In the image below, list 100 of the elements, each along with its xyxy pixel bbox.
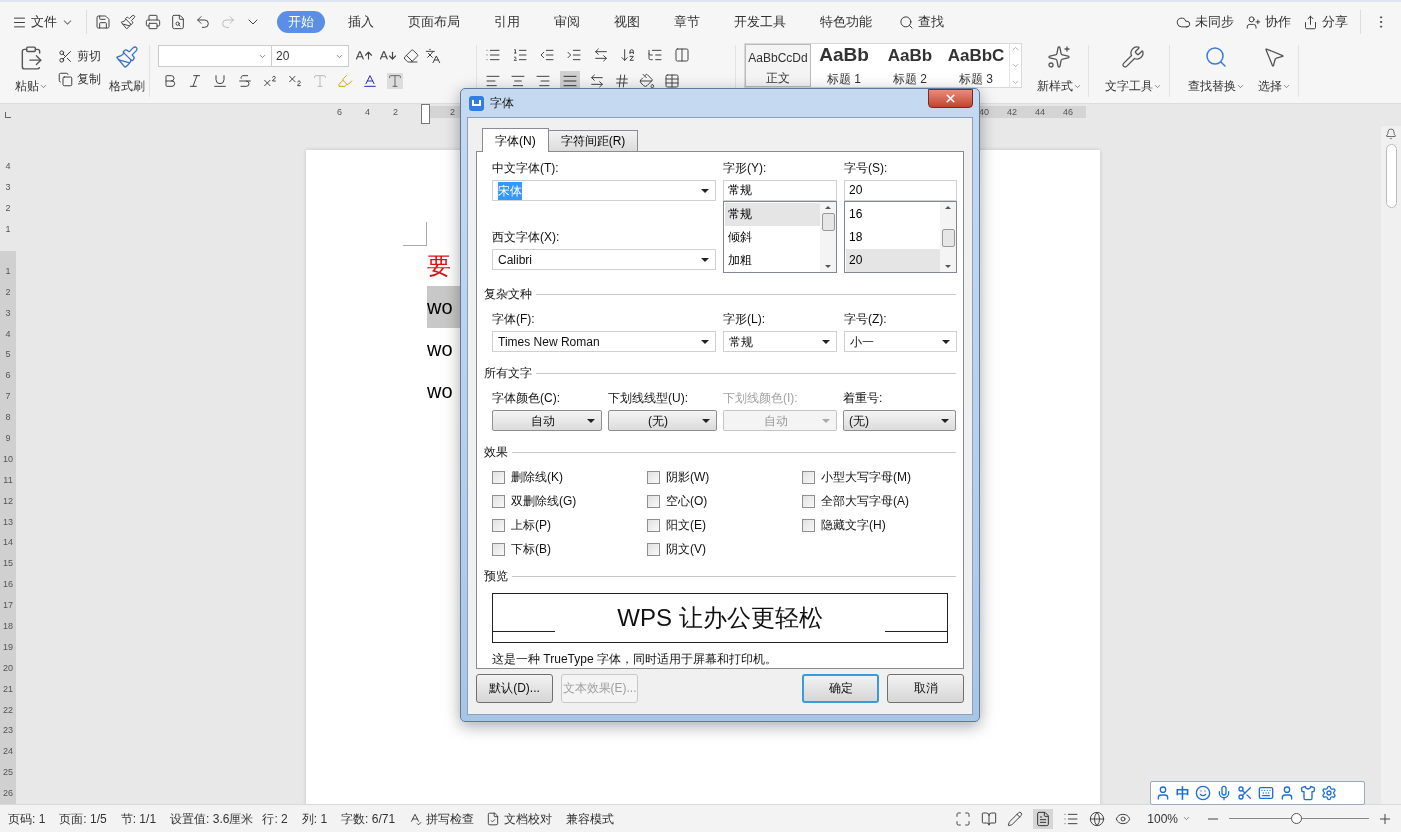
- checkbox[interactable]: [802, 470, 815, 484]
- strikethrough-icon[interactable]: [237, 73, 253, 89]
- smile-icon[interactable]: [1195, 785, 1211, 801]
- ribbon-tab[interactable]: 开发工具: [723, 11, 797, 33]
- shading-icon[interactable]: [639, 73, 655, 89]
- file-menu[interactable]: 文件: [12, 12, 82, 32]
- ruler-toggle-icon[interactable]: [1385, 128, 1397, 140]
- keyboard-icon[interactable]: [1258, 785, 1274, 801]
- underline-icon[interactable]: [212, 73, 228, 89]
- list-option[interactable]: 加粗: [725, 249, 820, 272]
- checkbox[interactable]: [802, 494, 815, 508]
- table-border-icon[interactable]: [674, 47, 690, 63]
- char-shading-icon[interactable]: [387, 73, 403, 89]
- fullscreen-icon[interactable]: [955, 810, 972, 827]
- eraser-icon[interactable]: [403, 48, 419, 64]
- font-name-field[interactable]: [158, 45, 272, 67]
- dropdown-field[interactable]: (无): [843, 410, 956, 431]
- input-mode[interactable]: 中: [1176, 782, 1190, 804]
- settings-icon[interactable]: [1321, 785, 1337, 801]
- effect-checkbox[interactable]: 阳文(E): [647, 517, 802, 533]
- vertical-scrollbar[interactable]: [1381, 126, 1401, 804]
- checkbox[interactable]: [492, 470, 505, 484]
- select-button[interactable]: 选择: [1254, 45, 1294, 95]
- style-option[interactable]: AaBb 标题 2: [877, 44, 943, 87]
- line-spacing-icon[interactable]: [614, 73, 630, 89]
- person-icon[interactable]: [1279, 785, 1295, 801]
- effect-checkbox[interactable]: 上标(P): [492, 517, 647, 533]
- user-icon[interactable]: [1155, 785, 1171, 801]
- print-icon[interactable]: [145, 14, 161, 30]
- ribbon-tab[interactable]: 特色功能: [809, 11, 883, 33]
- dropdown-field[interactable]: Times New Roman: [492, 331, 716, 352]
- checkbox[interactable]: [647, 470, 660, 484]
- bold-icon[interactable]: [162, 73, 178, 89]
- indent-icon[interactable]: [566, 47, 582, 63]
- ribbon-tab[interactable]: 插入: [337, 11, 385, 33]
- share-button[interactable]: 分享: [1303, 12, 1348, 32]
- reading-mode-icon[interactable]: [981, 810, 998, 827]
- effect-checkbox[interactable]: 空心(O): [647, 493, 802, 509]
- effect-checkbox[interactable]: 阴影(W): [647, 469, 802, 485]
- effect-checkbox[interactable]: 隐藏文字(H): [802, 517, 942, 533]
- ribbon-tab[interactable]: 视图: [603, 11, 651, 33]
- bullet-list-icon[interactable]: [485, 47, 501, 63]
- paste-button[interactable]: 粘贴: [12, 45, 50, 95]
- style-option[interactable]: AaBbCcDd 正文: [745, 44, 811, 87]
- collaborate-button[interactable]: 协作: [1246, 12, 1291, 32]
- web-view-icon[interactable]: [1089, 810, 1106, 827]
- checkbox[interactable]: [802, 518, 815, 532]
- scrollbar[interactable]: [820, 202, 836, 272]
- dropdown-field[interactable]: 自动: [492, 410, 602, 431]
- style-option[interactable]: AaBbC 标题 3: [943, 44, 1009, 87]
- zoom-level[interactable]: 100%: [1147, 809, 1191, 828]
- ribbon-tab[interactable]: 引用: [483, 11, 531, 33]
- distribute-icon[interactable]: [589, 73, 605, 89]
- dialog-button[interactable]: 确定: [802, 673, 879, 703]
- shirt-icon[interactable]: [1300, 785, 1316, 801]
- dropdown-field[interactable]: Calibri: [492, 249, 716, 270]
- checkbox[interactable]: [492, 494, 505, 508]
- sync-button[interactable]: 未同步: [1176, 12, 1234, 32]
- text-tools-button[interactable]: 文字工具: [1101, 45, 1165, 95]
- numbered-list-icon[interactable]: [512, 47, 528, 63]
- effect-checkbox[interactable]: 删除线(K): [492, 469, 647, 485]
- effect-checkbox[interactable]: 双删除线(G): [492, 493, 647, 509]
- text-field[interactable]: 20: [844, 180, 957, 201]
- italic-icon[interactable]: [187, 73, 203, 89]
- zoom-slider[interactable]: [1229, 812, 1369, 825]
- dialog-button[interactable]: 默认(D)...: [476, 673, 553, 703]
- new-style-button[interactable]: 新样式: [1034, 45, 1084, 95]
- dropdown-field[interactable]: 小一: [844, 331, 957, 352]
- checkbox[interactable]: [647, 518, 660, 532]
- ribbon-tab[interactable]: 章节: [663, 11, 711, 33]
- subscript-icon[interactable]: [287, 73, 303, 89]
- char-scale-icon[interactable]: [593, 47, 609, 63]
- outline-icon[interactable]: [647, 47, 663, 63]
- font-color-icon[interactable]: [362, 73, 378, 89]
- text-field[interactable]: 常规: [723, 180, 837, 201]
- phonetic-icon[interactable]: [425, 48, 441, 64]
- search-button[interactable]: 查找: [899, 12, 944, 32]
- checkbox[interactable]: [492, 542, 505, 556]
- cut-button[interactable]: 剪切: [58, 47, 101, 65]
- list-option[interactable]: 18: [846, 226, 940, 249]
- scissors-icon[interactable]: [1237, 785, 1253, 801]
- brush-icon[interactable]: [120, 14, 136, 30]
- copy-button[interactable]: 复制: [58, 70, 101, 88]
- tab-stop-icon[interactable]: [5, 112, 11, 118]
- list-option[interactable]: 20: [846, 249, 940, 272]
- checkbox[interactable]: [492, 518, 505, 532]
- outdent-icon[interactable]: [539, 47, 555, 63]
- dialog-button[interactable]: 取消: [887, 673, 964, 703]
- align-right-icon[interactable]: [535, 73, 551, 89]
- spell-check-button[interactable]: 拼写检查: [408, 809, 475, 828]
- dropdown-field[interactable]: 常规: [723, 331, 837, 352]
- dialog-tab[interactable]: 字符间距(R): [547, 130, 639, 151]
- superscript-icon[interactable]: [262, 73, 278, 89]
- dropdown-field[interactable]: (无): [608, 410, 717, 431]
- effect-checkbox[interactable]: 下标(B): [492, 541, 647, 557]
- scrollbar-thumb[interactable]: [1385, 144, 1397, 208]
- checkbox[interactable]: [647, 542, 660, 556]
- print-preview-icon[interactable]: [170, 14, 186, 30]
- effect-checkbox[interactable]: 全部大写字母(A): [802, 493, 942, 509]
- microphone-icon[interactable]: [1216, 785, 1232, 801]
